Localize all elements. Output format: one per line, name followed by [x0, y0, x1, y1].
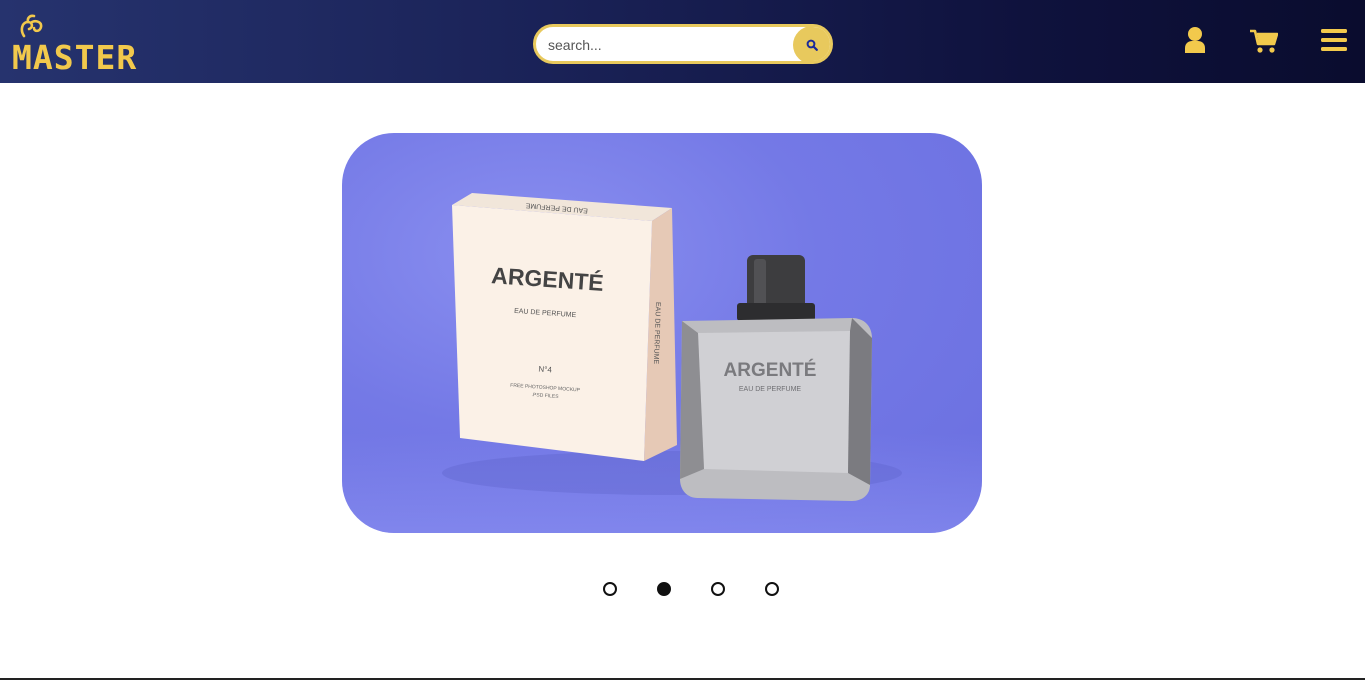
menu-button[interactable] — [1321, 28, 1347, 57]
product-image: EAU DE PERFUME ARGENTÉ EAU DE PERFUME N°… — [442, 193, 902, 501]
logo-swirl-icon — [20, 14, 43, 38]
account-button[interactable] — [1184, 26, 1206, 59]
cart-icon — [1250, 29, 1279, 53]
perfume-box: EAU DE PERFUME ARGENTÉ EAU DE PERFUME N°… — [452, 193, 677, 461]
search-bar — [533, 24, 833, 64]
search-button[interactable] — [793, 27, 830, 61]
search-input[interactable] — [546, 27, 790, 61]
logo[interactable]: MASTER — [10, 14, 162, 77]
carousel-dots — [603, 582, 783, 598]
carousel-dot-1[interactable] — [603, 582, 617, 596]
box-number-text: N°4 — [538, 365, 553, 375]
carousel-dot-4[interactable] — [765, 582, 779, 596]
search-icon — [806, 39, 818, 51]
carousel-dot-3[interactable] — [711, 582, 725, 596]
perfume-bottle: ARGENTÉ EAU DE PERFUME — [680, 255, 872, 501]
hero-slide: EAU DE PERFUME ARGENTÉ EAU DE PERFUME N°… — [342, 133, 982, 533]
navbar: MASTER — [0, 0, 1365, 83]
bottle-brand-text: ARGENTÉ — [724, 359, 817, 381]
bottle-subtitle-text: EAU DE PERFUME — [739, 386, 802, 393]
carousel-dot-2[interactable] — [657, 582, 671, 596]
logo-text: MASTER — [12, 38, 138, 77]
user-icon — [1185, 27, 1205, 53]
menu-icon — [1321, 29, 1347, 51]
cart-button[interactable] — [1250, 29, 1279, 59]
